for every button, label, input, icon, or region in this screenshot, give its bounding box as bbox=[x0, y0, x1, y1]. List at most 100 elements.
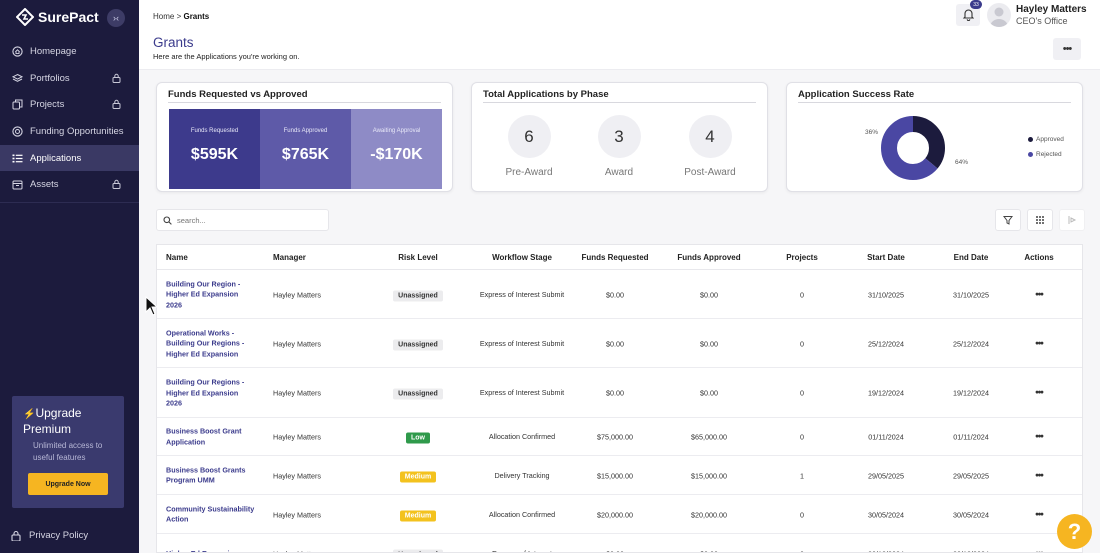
application-name-link[interactable]: Business Boost Grant Application bbox=[166, 427, 256, 448]
application-name-link[interactable]: Business Boost Grants Program UMM bbox=[166, 465, 256, 486]
user-name[interactable]: Hayley Matters bbox=[1016, 4, 1087, 15]
phase-post-award: 4 Post-Award bbox=[679, 115, 741, 178]
funds-requested-cell: $0.00 bbox=[606, 388, 624, 398]
column-header-actions[interactable]: Actions bbox=[1019, 253, 1059, 262]
search-box bbox=[156, 209, 329, 231]
user-role: CEO's Office bbox=[1016, 16, 1068, 26]
approved-percent-label: 36% bbox=[865, 129, 878, 136]
end-date-cell: 30/05/2024 bbox=[953, 510, 989, 519]
sidebar-item-projects[interactable]: Projects bbox=[0, 91, 139, 118]
column-header-funds-approved[interactable]: Funds Approved bbox=[669, 253, 749, 262]
sidebar-item-portfolios[interactable]: Portfolios bbox=[0, 65, 139, 92]
funds-requested-cell: $0.00 bbox=[606, 339, 624, 348]
table-row[interactable]: Building Our Regions - Higher Ed Expansi… bbox=[157, 368, 1082, 418]
card-title-divider bbox=[483, 102, 756, 103]
end-date-cell: 25/12/2024 bbox=[953, 339, 989, 348]
column-header-name[interactable]: Name bbox=[166, 253, 256, 262]
application-name-link[interactable]: Building Our Region - Higher Ed Expansio… bbox=[166, 279, 256, 311]
filter-icon bbox=[1003, 216, 1013, 225]
notification-badge: 33 bbox=[970, 0, 982, 9]
manager-cell: Hayley Matters bbox=[273, 432, 321, 442]
upgrade-title: ⚡Upgrade Premium bbox=[23, 406, 82, 436]
funds-approved-cell: $0.00 bbox=[700, 388, 718, 398]
avatar[interactable] bbox=[987, 3, 1011, 27]
end-date-cell: 29/05/2025 bbox=[953, 471, 989, 480]
row-actions-button[interactable]: ••• bbox=[1019, 432, 1059, 443]
risk-level-badge: Medium bbox=[383, 471, 453, 482]
privacy-policy-link[interactable]: Privacy Policy bbox=[11, 530, 88, 541]
projects-count-cell: 0 bbox=[800, 388, 804, 398]
risk-pill: Medium bbox=[399, 471, 437, 482]
sidebar-item-applications[interactable]: Applications bbox=[0, 144, 139, 172]
collapse-sidebar-button[interactable]: ›‹ bbox=[107, 9, 125, 27]
sidebar-item-label: Homepage bbox=[30, 45, 77, 57]
column-header-risk-level[interactable]: Risk Level bbox=[383, 253, 453, 262]
mouse-cursor-icon bbox=[145, 296, 158, 316]
manager-cell: Hayley Matters bbox=[273, 339, 321, 348]
start-date-cell: 01/11/2024 bbox=[868, 432, 904, 442]
application-name-link[interactable]: Community Sustainability Action bbox=[166, 504, 256, 525]
sidebar-item-label: Funding Opportunities bbox=[30, 125, 124, 137]
sidebar-item-label: Projects bbox=[30, 99, 65, 111]
upgrade-panel: ⚡Upgrade Premium Unlimited access to use… bbox=[12, 396, 124, 508]
column-header-end-date[interactable]: End Date bbox=[936, 253, 1006, 262]
table-row[interactable]: Building Our Region - Higher Ed Expansio… bbox=[157, 270, 1082, 319]
user-avatar-icon bbox=[990, 7, 1008, 27]
column-header-projects[interactable]: Projects bbox=[777, 253, 827, 262]
table-row[interactable]: Business Boost Grants Program UMM Hayley … bbox=[157, 456, 1082, 495]
sidebar-item-funding-opportunities[interactable]: Funding Opportunities bbox=[0, 118, 139, 145]
table-row[interactable]: Higher Ed Expansion Hayley Matters Unassig… bbox=[157, 534, 1082, 553]
application-name-link[interactable]: Higher Ed Expansion bbox=[166, 549, 256, 552]
columns-button[interactable] bbox=[1059, 209, 1085, 231]
application-name-link[interactable]: Building Our Regions - Higher Ed Expansi… bbox=[166, 377, 256, 409]
funds-approved-value: $765K bbox=[281, 146, 330, 163]
table-row[interactable]: Business Boost Grant Application Hayley M… bbox=[157, 418, 1082, 456]
funds-requested-label: Funds Requested bbox=[190, 128, 239, 134]
filter-button[interactable] bbox=[995, 209, 1021, 231]
page-title: Grants bbox=[153, 35, 194, 50]
breadcrumb-current: Grants bbox=[183, 12, 210, 21]
column-header-manager[interactable]: Manager bbox=[273, 253, 353, 262]
risk-level-badge: Unassigned bbox=[383, 388, 453, 400]
page-more-button[interactable]: ••• bbox=[1053, 38, 1081, 60]
legend-dot-approved bbox=[1028, 137, 1033, 142]
help-button[interactable]: ? bbox=[1057, 514, 1092, 549]
risk-level-badge: Medium bbox=[383, 510, 453, 521]
sidebar-item-homepage[interactable]: Homepage bbox=[0, 38, 139, 65]
table-row[interactable]: Operational Works - Building Our Regions… bbox=[157, 319, 1082, 368]
table-row[interactable]: Community Sustainability Action Hayley Ma… bbox=[157, 495, 1082, 534]
more-dots-icon: ••• bbox=[1035, 431, 1043, 443]
more-dots-icon: ••• bbox=[1035, 338, 1043, 349]
grid-dots-icon bbox=[1036, 216, 1044, 224]
search-icon bbox=[163, 215, 172, 225]
row-actions-button[interactable]: ••• bbox=[1019, 388, 1059, 399]
breadcrumb-home[interactable]: Home bbox=[153, 12, 174, 21]
column-header-workflow-stage[interactable]: Workflow Stage bbox=[477, 253, 567, 262]
end-date-cell: 19/12/2024 bbox=[953, 388, 989, 398]
upgrade-now-button[interactable]: Upgrade Now bbox=[28, 473, 108, 495]
phase-count: 6 bbox=[507, 115, 551, 158]
column-header-start-date[interactable]: Start Date bbox=[851, 253, 921, 262]
upgrade-subtitle: Unlimited access to useful features bbox=[33, 441, 103, 462]
funds-requested-value: $595K bbox=[190, 146, 239, 163]
row-actions-button[interactable]: ••• bbox=[1019, 509, 1059, 520]
more-dots-icon: ••• bbox=[1062, 43, 1073, 55]
awaiting-approval-block: Awaiting Approval -$170K bbox=[351, 109, 442, 189]
row-actions-button[interactable]: ••• bbox=[1019, 338, 1059, 349]
funds-card: Funds Requested vs Approved Funds Reques… bbox=[156, 82, 453, 192]
sidebar-item-assets[interactable]: Assets bbox=[0, 171, 139, 198]
row-actions-button[interactable]: ••• bbox=[1019, 549, 1059, 553]
phase-card: Total Applications by Phase 6 Pre-Award … bbox=[471, 82, 768, 192]
row-actions-button[interactable]: ••• bbox=[1019, 289, 1059, 300]
row-actions-button[interactable]: ••• bbox=[1019, 470, 1059, 481]
question-mark-icon: ? bbox=[1067, 518, 1082, 544]
column-header-funds-requested[interactable]: Funds Requested bbox=[575, 253, 655, 262]
lightning-icon: ⚡ bbox=[23, 409, 36, 420]
sidebar-item-label: Applications bbox=[30, 152, 82, 164]
logo[interactable]: SurePact bbox=[16, 8, 99, 26]
success-rate-card: Application Success Rate 36% 64% Approved… bbox=[786, 82, 1083, 192]
search-input[interactable] bbox=[177, 215, 317, 225]
grid-view-button[interactable] bbox=[1027, 209, 1053, 231]
application-name-link[interactable]: Operational Works - Building Our Regions… bbox=[166, 328, 256, 360]
funds-approved-cell: $0.00 bbox=[700, 339, 718, 348]
